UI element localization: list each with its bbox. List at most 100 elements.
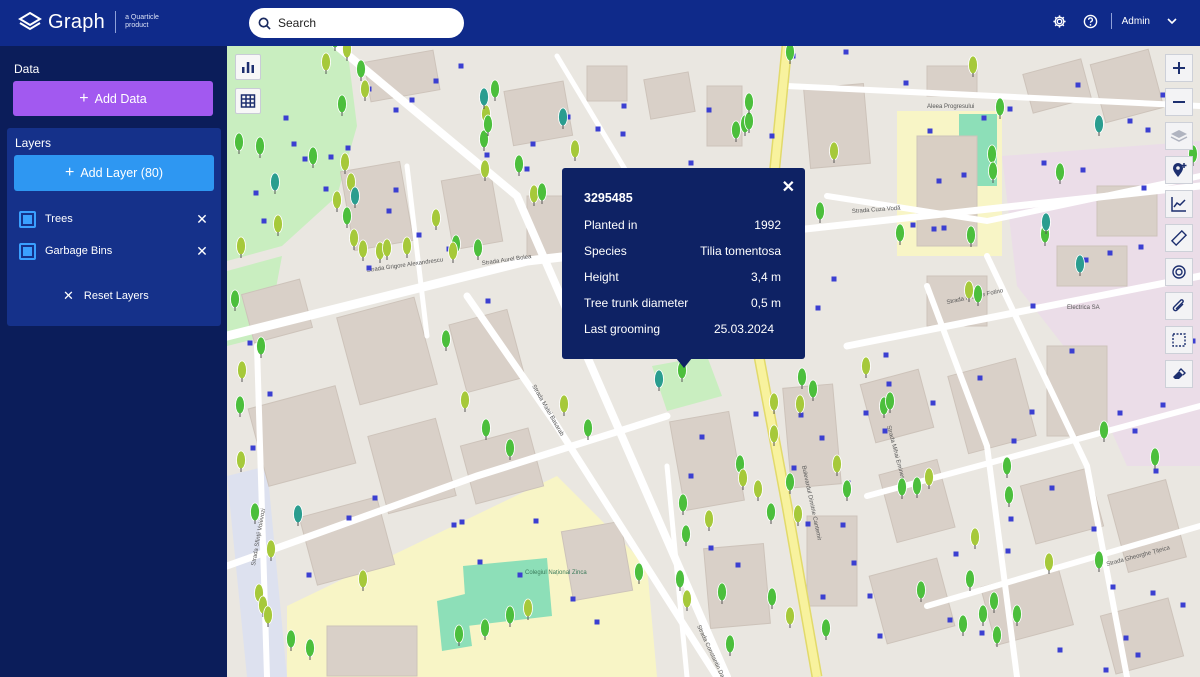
garbage-bin-marker[interactable]: [530, 141, 536, 147]
tree-marker[interactable]: [441, 329, 451, 351]
garbage-bin-marker[interactable]: [1127, 118, 1133, 124]
user-name[interactable]: Admin: [1122, 16, 1150, 27]
tree-marker[interactable]: [797, 367, 807, 389]
garbage-bin-marker[interactable]: [953, 551, 959, 557]
reset-layers-button[interactable]: ✕ Reset Layers: [63, 288, 149, 304]
tree-marker[interactable]: [678, 493, 688, 515]
table-button[interactable]: [235, 88, 261, 114]
garbage-bin-marker[interactable]: [753, 411, 759, 417]
tree-marker[interactable]: [473, 238, 483, 260]
garbage-bin-marker[interactable]: [1049, 485, 1055, 491]
garbage-bin-marker[interactable]: [306, 572, 312, 578]
layers-button[interactable]: [1165, 122, 1193, 150]
gear-icon[interactable]: [1052, 13, 1068, 29]
garbage-bin-marker[interactable]: [977, 375, 983, 381]
app-logo[interactable]: Graph a Quarticle product: [18, 10, 169, 34]
layer-checkbox[interactable]: [19, 242, 36, 260]
garbage-bin-marker[interactable]: [1075, 82, 1081, 88]
garbage-bin-marker[interactable]: [1107, 250, 1113, 256]
map-view[interactable]: Strada Aurel Bolea Strada Grigore Alexan…: [227, 46, 1200, 677]
garbage-bin-marker[interactable]: [688, 160, 694, 166]
garbage-bin-marker[interactable]: [791, 465, 797, 471]
zoom-in-button[interactable]: [1165, 54, 1193, 82]
garbage-bin-marker[interactable]: [947, 617, 953, 623]
garbage-bin-marker[interactable]: [930, 400, 936, 406]
tree-marker[interactable]: [356, 59, 366, 81]
garbage-bin-marker[interactable]: [1117, 410, 1123, 416]
garbage-bin-marker[interactable]: [484, 152, 490, 158]
garbage-bin-marker[interactable]: [735, 562, 741, 568]
garbage-bin-marker[interactable]: [291, 141, 297, 147]
garbage-bin-marker[interactable]: [688, 473, 694, 479]
tree-marker[interactable]: [431, 208, 441, 230]
garbage-bin-marker[interactable]: [1150, 590, 1156, 596]
close-icon[interactable]: ✕: [195, 211, 209, 228]
garbage-bin-marker[interactable]: [941, 225, 947, 231]
tree-marker[interactable]: [821, 618, 831, 640]
chevron-down-icon[interactable]: [1166, 15, 1178, 27]
garbage-bin-marker[interactable]: [302, 156, 308, 162]
garbage-bin-marker[interactable]: [1080, 167, 1086, 173]
garbage-bin-marker[interactable]: [261, 218, 267, 224]
garbage-bin-marker[interactable]: [910, 222, 916, 228]
garbage-bin-marker[interactable]: [831, 276, 837, 282]
search-input[interactable]: [278, 16, 448, 30]
garbage-bin-marker[interactable]: [1145, 127, 1151, 133]
garbage-bin-marker[interactable]: [1103, 667, 1109, 673]
tree-marker[interactable]: [785, 606, 795, 628]
garbage-bin-marker[interactable]: [1007, 106, 1013, 112]
garbage-bin-marker[interactable]: [843, 49, 849, 55]
chart-line-button[interactable]: [1165, 190, 1193, 218]
tree-marker[interactable]: [766, 502, 776, 524]
garbage-bin-marker[interactable]: [253, 190, 259, 196]
garbage-bin-marker[interactable]: [621, 103, 627, 109]
tree-marker[interactable]: [358, 239, 368, 261]
tree-marker[interactable]: [514, 154, 524, 176]
select-area-button[interactable]: [1165, 326, 1193, 354]
tree-marker[interactable]: [1094, 550, 1104, 572]
garbage-bin-marker[interactable]: [815, 305, 821, 311]
target-button[interactable]: [1165, 258, 1193, 286]
tree-marker[interactable]: [332, 190, 342, 212]
measure-button[interactable]: [1165, 224, 1193, 252]
garbage-bin-marker[interactable]: [595, 126, 601, 132]
garbage-bin-marker[interactable]: [594, 619, 600, 625]
garbage-bin-marker[interactable]: [1057, 647, 1063, 653]
layer-checkbox[interactable]: [19, 210, 36, 228]
garbage-bin-marker[interactable]: [1138, 244, 1144, 250]
map-canvas[interactable]: Strada Aurel Bolea Strada Grigore Alexan…: [227, 46, 1200, 677]
garbage-bin-marker[interactable]: [979, 630, 985, 636]
garbage-bin-marker[interactable]: [393, 187, 399, 193]
layer-item-trees[interactable]: Trees ✕: [19, 209, 209, 229]
garbage-bin-marker[interactable]: [931, 226, 937, 232]
garbage-bin-marker[interactable]: [903, 80, 909, 86]
garbage-bin-marker[interactable]: [981, 115, 987, 121]
tree-marker[interactable]: [861, 356, 871, 378]
tree-marker[interactable]: [1094, 114, 1104, 136]
tree-marker[interactable]: [842, 479, 852, 501]
garbage-bin-marker[interactable]: [863, 410, 869, 416]
garbage-bin-marker[interactable]: [1008, 516, 1014, 522]
garbage-bin-marker[interactable]: [1030, 303, 1036, 309]
garbage-bin-marker[interactable]: [517, 572, 523, 578]
garbage-bin-marker[interactable]: [393, 107, 399, 113]
close-icon[interactable]: ✕: [195, 243, 209, 260]
garbage-bin-marker[interactable]: [386, 208, 392, 214]
garbage-bin-marker[interactable]: [620, 131, 626, 137]
garbage-bin-marker[interactable]: [1110, 584, 1116, 590]
tree-marker[interactable]: [235, 395, 245, 417]
garbage-bin-marker[interactable]: [524, 166, 530, 172]
close-icon[interactable]: ✕: [782, 177, 795, 197]
tree-marker[interactable]: [965, 569, 975, 591]
tree-marker[interactable]: [681, 524, 691, 546]
tree-marker[interactable]: [1099, 420, 1109, 442]
tree-marker[interactable]: [958, 614, 968, 636]
garbage-bin-marker[interactable]: [805, 521, 811, 527]
garbage-bin-marker[interactable]: [840, 522, 846, 528]
garbage-bin-marker[interactable]: [323, 186, 329, 192]
garbage-bin-marker[interactable]: [1135, 652, 1141, 658]
garbage-bin-marker[interactable]: [1029, 409, 1035, 415]
garbage-bin-marker[interactable]: [927, 128, 933, 134]
tree-marker[interactable]: [559, 394, 569, 416]
garbage-bin-marker[interactable]: [1069, 348, 1075, 354]
